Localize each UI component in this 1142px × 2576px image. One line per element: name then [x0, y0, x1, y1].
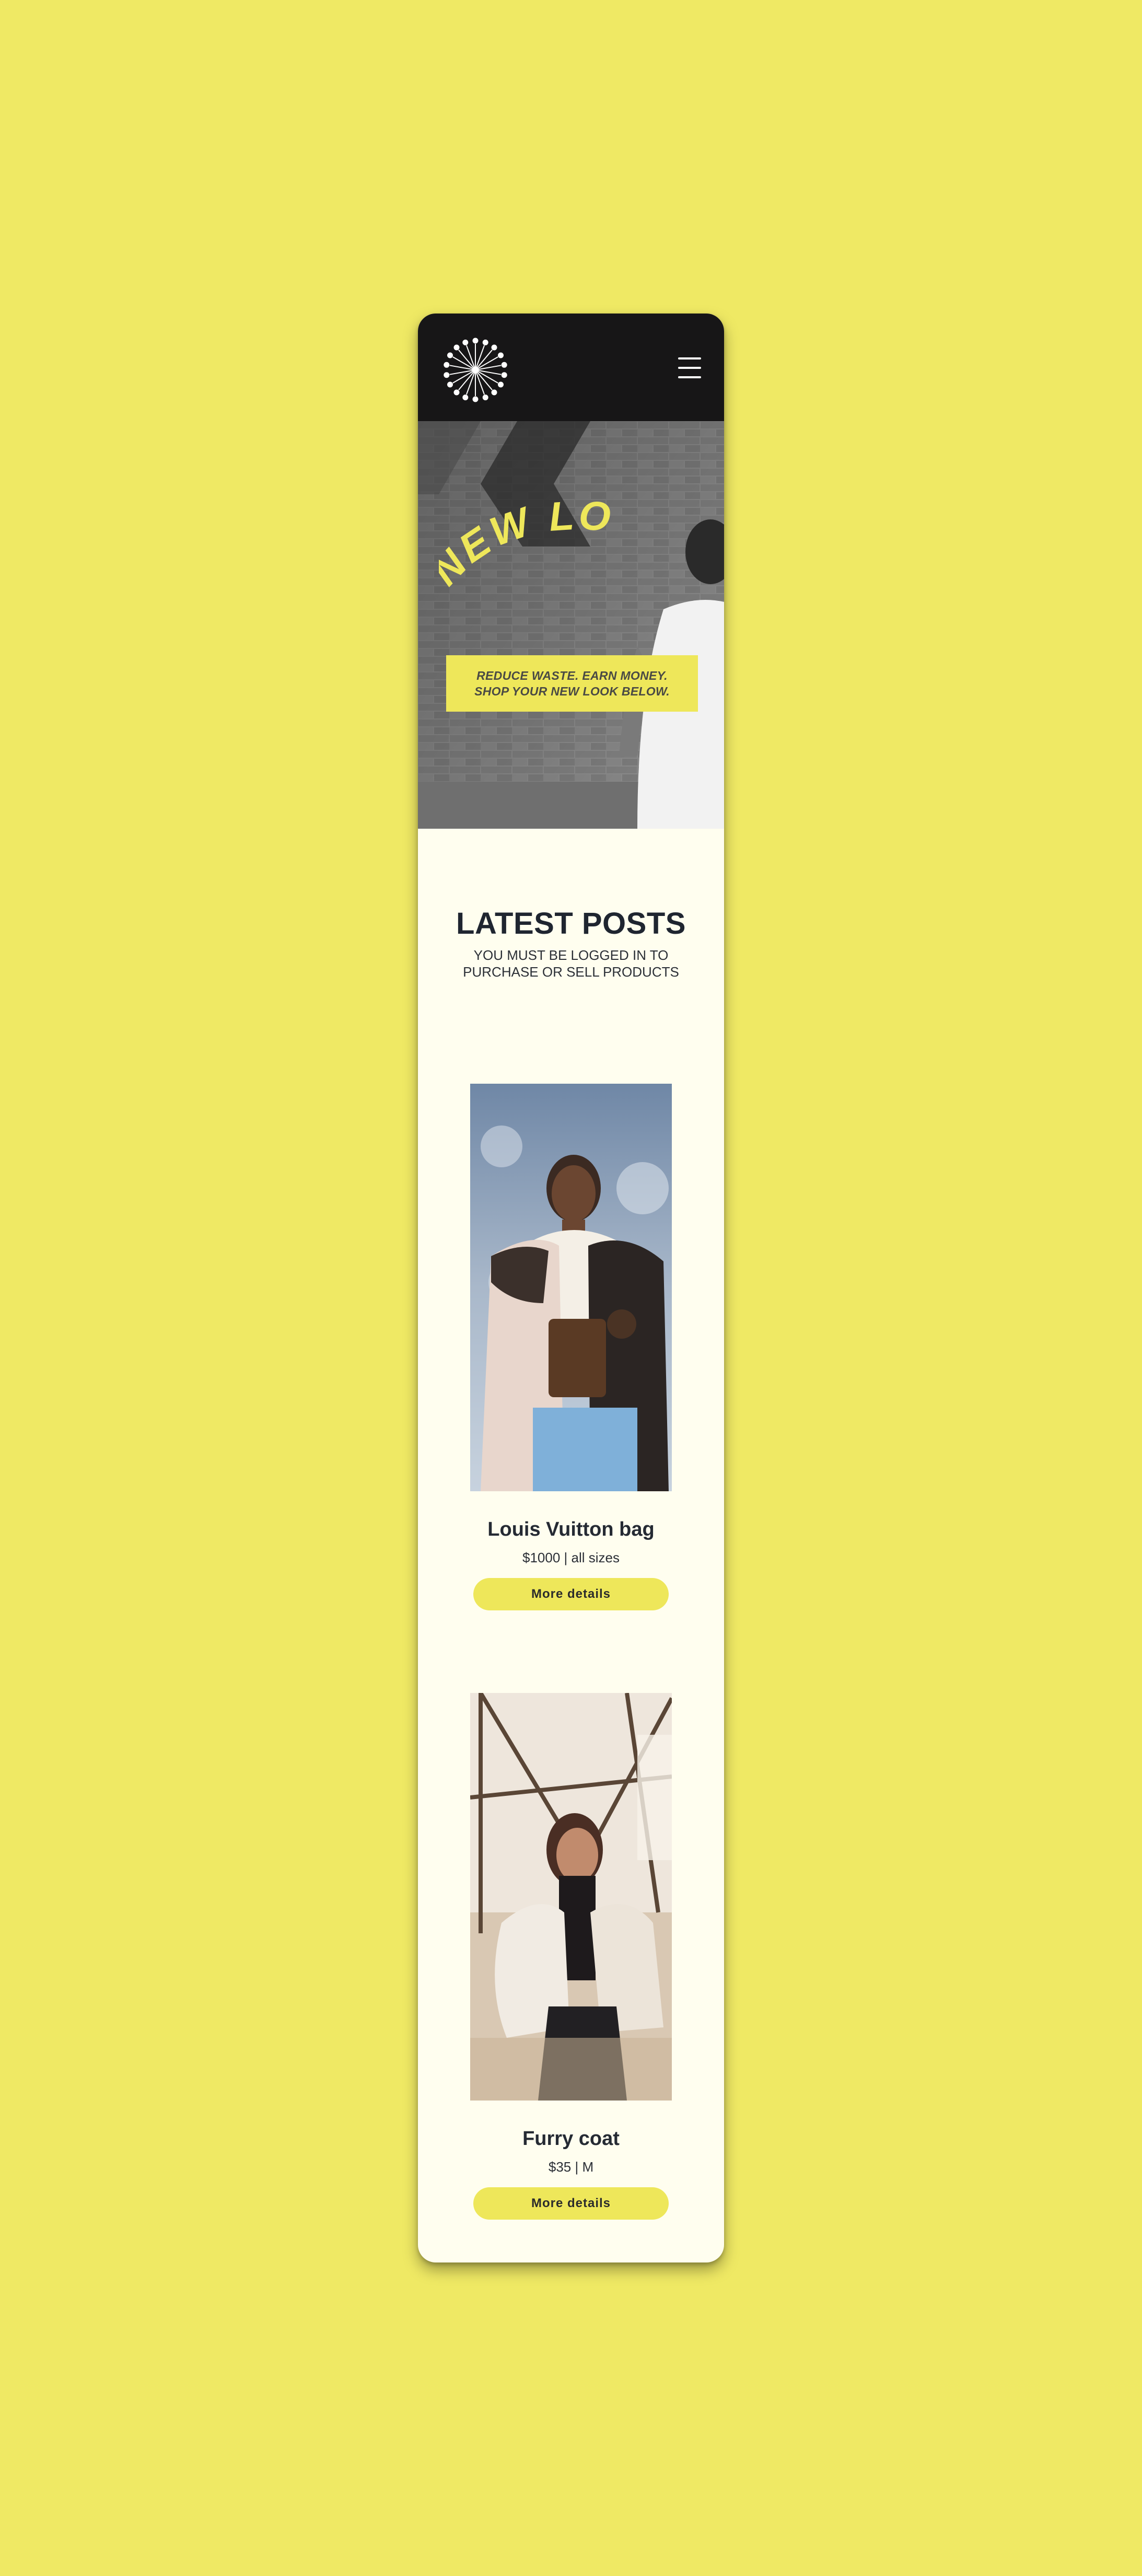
more-details-button[interactable]: More details: [473, 2187, 669, 2220]
menu-line: [678, 357, 701, 359]
svg-text:NEW LOOK: NEW LOOK: [439, 500, 615, 594]
latest-posts-heading: LATEST POSTS: [456, 907, 686, 941]
menu-line: [678, 367, 701, 369]
login-notice-line1: YOU MUST BE LOGGED IN TO: [473, 947, 669, 963]
top-navigation-bar: [418, 314, 724, 421]
hero-banner-image: NEW LOOK REDUCE WASTE. EARN MONEY. SHOP …: [418, 421, 724, 829]
hero-tagline-line2: SHOP YOUR NEW LOOK BELOW.: [474, 684, 670, 698]
menu-line: [678, 376, 701, 378]
more-details-button[interactable]: More details: [473, 1578, 669, 1610]
post-price-size: $1000 | all sizes: [522, 1550, 620, 1565]
new-look-headline: NEW LOOK: [439, 500, 615, 594]
post-image-coat[interactable]: [470, 1693, 672, 2101]
login-notice-line2: PURCHASE OR SELL PRODUCTS: [463, 964, 679, 980]
hero-tagline-box: REDUCE WASTE. EARN MONEY. SHOP YOUR NEW …: [446, 655, 698, 712]
mobile-frame: NEW LOOK REDUCE WASTE. EARN MONEY. SHOP …: [418, 314, 724, 2262]
post-title[interactable]: Furry coat: [418, 2128, 724, 2150]
hero-photo: [418, 421, 724, 829]
post-price-size: $35 | M: [548, 2159, 594, 2175]
hamburger-menu-icon[interactable]: [678, 357, 701, 378]
hero-tagline-line1: REDUCE WASTE. EARN MONEY.: [476, 669, 668, 682]
post-image-bag[interactable]: [470, 1084, 672, 1491]
login-required-notice: YOU MUST BE LOGGED IN TO PURCHASE OR SEL…: [418, 947, 724, 980]
sunburst-logo-icon[interactable]: [442, 336, 509, 403]
post-title[interactable]: Louis Vuitton bag: [418, 1518, 724, 1541]
